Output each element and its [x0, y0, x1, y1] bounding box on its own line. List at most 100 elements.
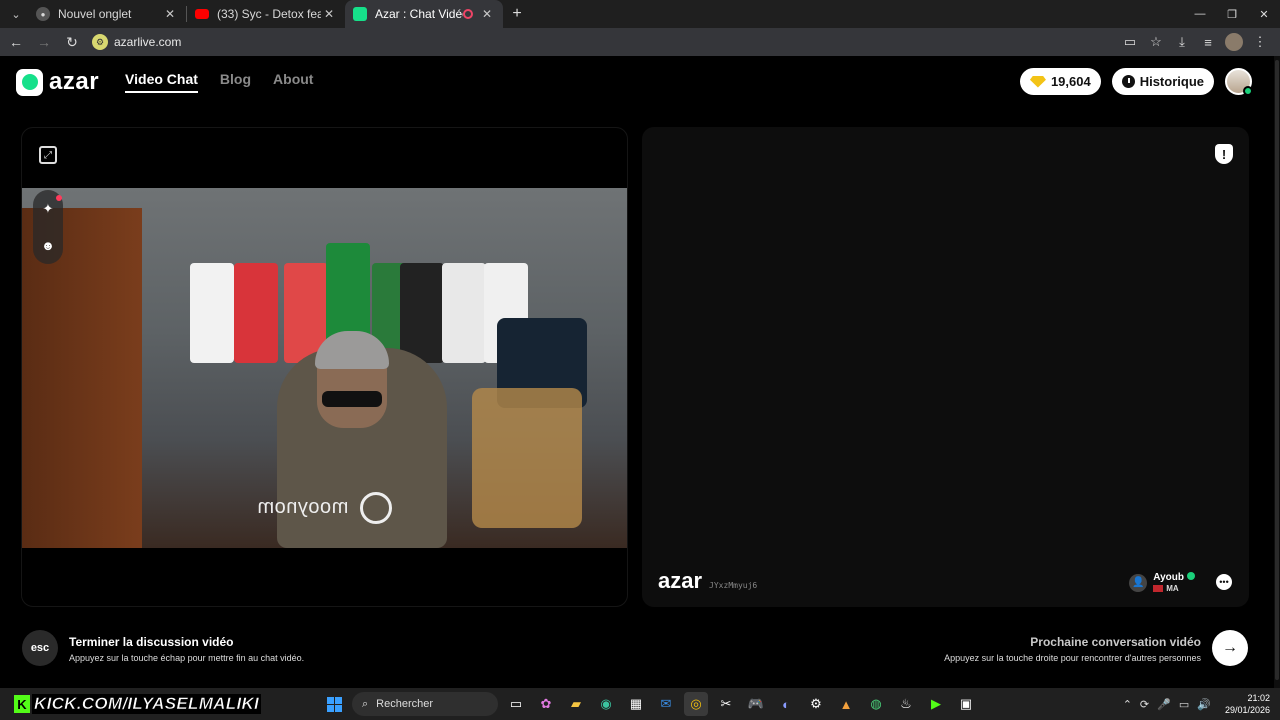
windows-taskbar: K KICK.COM/ILYASELMALIKI ⌕ Rechercher ▭ …	[0, 688, 1280, 720]
copilot-icon[interactable]: ✿	[534, 692, 558, 716]
verified-badge-icon	[1187, 572, 1195, 580]
camera-tools: ✦ ☻	[33, 190, 63, 264]
close-tab-icon[interactable]: ✕	[162, 7, 178, 21]
jersey-graphic	[234, 263, 278, 363]
magic-wand-icon[interactable]: ✦	[38, 194, 62, 219]
azar-page: azar Video Chat Blog About 19,604 Histor…	[0, 56, 1280, 688]
tab-title: Azar : Chat Vidéo avec de n	[375, 7, 463, 21]
expand-icon[interactable]: ⤢	[39, 146, 57, 164]
jersey-graphic	[326, 243, 370, 343]
file-explorer-icon[interactable]: ▰	[564, 692, 588, 716]
outlook-icon[interactable]: ✉	[654, 692, 678, 716]
back-arrow-icon[interactable]: ←	[4, 30, 28, 54]
azar-logo-icon	[16, 68, 43, 96]
steam-icon[interactable]: ♨	[894, 692, 918, 716]
task-view-icon[interactable]: ▭	[504, 692, 528, 716]
tab-azar[interactable]: Azar : Chat Vidéo avec de n ✕	[345, 0, 503, 28]
reading-list-icon[interactable]: ≡	[1196, 30, 1220, 54]
nav-about[interactable]: About	[273, 71, 313, 93]
watermark-logo-icon	[360, 492, 392, 524]
url-field[interactable]: ⚙ azarlive.com	[92, 34, 181, 50]
azar-favicon-icon	[353, 7, 367, 21]
partner-video-panel: ! azar JYxzMmyuj6 👤 Ayoub MA •••	[642, 127, 1249, 607]
download-icon[interactable]: ⤓	[1170, 30, 1194, 54]
bookmark-star-icon[interactable]: ☆	[1144, 30, 1168, 54]
logo-text: azar	[49, 68, 100, 95]
notification-dot	[56, 194, 62, 201]
kick-logo-icon: K	[14, 695, 30, 713]
sync-icon[interactable]: ⟳	[1140, 698, 1149, 711]
peer-name: Ayoub	[1153, 572, 1184, 583]
video-watermark: mooynom	[257, 496, 349, 518]
forward-arrow-icon[interactable]: →	[32, 30, 56, 54]
armchair-graphic	[472, 388, 582, 528]
edge-icon[interactable]: ◉	[594, 692, 618, 716]
site-header: azar Video Chat Blog About	[16, 68, 313, 96]
close-tab-icon[interactable]: ✕	[479, 7, 495, 21]
address-bar: ← → ↻ ⚙ azarlive.com ▭ ☆ ⤓ ≡ ⋮	[0, 28, 1280, 56]
header-actions: 19,604 Historique	[1019, 68, 1253, 96]
taskbar-search[interactable]: ⌕ Rechercher	[352, 692, 498, 716]
snipping-icon[interactable]: ✂	[714, 692, 738, 716]
new-tab-plus-icon[interactable]: +	[503, 5, 531, 23]
nav-blog[interactable]: Blog	[220, 71, 251, 93]
close-tab-icon[interactable]: ✕	[321, 7, 337, 21]
microphone-icon[interactable]: 🎤	[1157, 698, 1171, 711]
minimize-icon[interactable]: —	[1184, 0, 1216, 28]
end-chat-title: Terminer la discussion vidéo	[69, 635, 234, 649]
toolbar-icons: ▭ ☆ ⤓ ≡ ⋮	[1118, 30, 1272, 54]
url-text: azarlive.com	[114, 35, 182, 49]
history-label: Historique	[1139, 74, 1204, 89]
profile-avatar[interactable]	[1225, 33, 1243, 51]
youtube-icon	[195, 9, 209, 19]
tab-title: Nouvel onglet	[58, 7, 132, 21]
nav-video-chat[interactable]: Video Chat	[125, 71, 198, 93]
user-avatar[interactable]	[1225, 68, 1253, 96]
azar-logo[interactable]: azar	[16, 68, 99, 96]
session-id: JYxzMmyuj6	[709, 581, 758, 590]
network-icon[interactable]: ▭	[1179, 698, 1189, 711]
face-filter-icon[interactable]: ☻	[38, 236, 58, 256]
settings-gear-icon[interactable]: ⚙	[804, 692, 828, 716]
tab-new-tab[interactable]: ● Nouvel onglet ✕	[28, 0, 186, 28]
tray-chevron-icon[interactable]: ⌃	[1123, 698, 1132, 711]
watermark-logo-text: azar	[658, 568, 703, 593]
gem-icon	[1029, 75, 1046, 88]
gaming-icon[interactable]: 🎮	[744, 692, 768, 716]
page-scrollbar[interactable]	[1274, 56, 1280, 688]
app-circle-icon[interactable]: ◍	[864, 692, 888, 716]
chat-bubble-icon[interactable]: •••	[1216, 574, 1232, 590]
peer-avatar-icon: 👤	[1129, 573, 1148, 592]
tab-youtube[interactable]: (33) Syc - Detox feat @Alterego ✕	[187, 0, 345, 28]
history-button[interactable]: Historique	[1111, 68, 1214, 95]
next-chat-subtitle: Appuyez sur la touche droite pour rencon…	[944, 653, 1201, 663]
end-chat-info: Terminer la discussion vidéo Appuyez sur…	[69, 635, 304, 663]
app-dark-icon[interactable]: ▣	[954, 692, 978, 716]
chrome-taskbar-icon[interactable]: ◎	[684, 692, 708, 716]
cast-icon[interactable]: ▭	[1118, 30, 1142, 54]
windows-start-icon[interactable]	[322, 692, 346, 716]
peer-info[interactable]: 👤 Ayoub MA	[1129, 572, 1195, 593]
self-video-panel: mooynom ⤢ ✦ ☻	[21, 127, 628, 607]
volume-icon[interactable]: 🔊	[1197, 698, 1211, 711]
close-window-icon[interactable]: ✕	[1248, 0, 1280, 28]
end-chat-subtitle: Appuyez sur la touche échap pour mettre …	[69, 653, 305, 663]
app-a-icon[interactable]: ▲	[834, 692, 858, 716]
menu-kebab-icon[interactable]: ⋮	[1248, 30, 1272, 54]
stream-overlay-text: KICK.COM/ILYASELMALIKI	[32, 694, 262, 714]
gems-button[interactable]: 19,604	[1019, 68, 1101, 95]
tab-search-chevron-icon[interactable]: ⌄	[4, 2, 28, 26]
report-shield-icon[interactable]: !	[1215, 144, 1233, 164]
restore-icon[interactable]: ❐	[1216, 0, 1248, 28]
end-chat-button[interactable]: esc	[22, 630, 58, 666]
next-chat-arrow-icon[interactable]: →	[1212, 630, 1248, 666]
discord-icon[interactable]: ◐	[774, 692, 798, 716]
tab-title: (33) Syc - Detox feat @Alterego	[217, 7, 321, 21]
chrome-icon: ●	[36, 7, 50, 21]
reload-icon[interactable]: ↻	[60, 30, 84, 54]
system-tray: ⌃ ⟳ 🎤 ▭ 🔊 21:02 29/01/2026	[1123, 688, 1270, 720]
taskbar-clock[interactable]: 21:02 29/01/2026	[1225, 692, 1270, 716]
store-icon[interactable]: ▦	[624, 692, 648, 716]
site-info-icon[interactable]: ⚙	[92, 34, 108, 50]
app-play-icon[interactable]: ▶	[924, 692, 948, 716]
